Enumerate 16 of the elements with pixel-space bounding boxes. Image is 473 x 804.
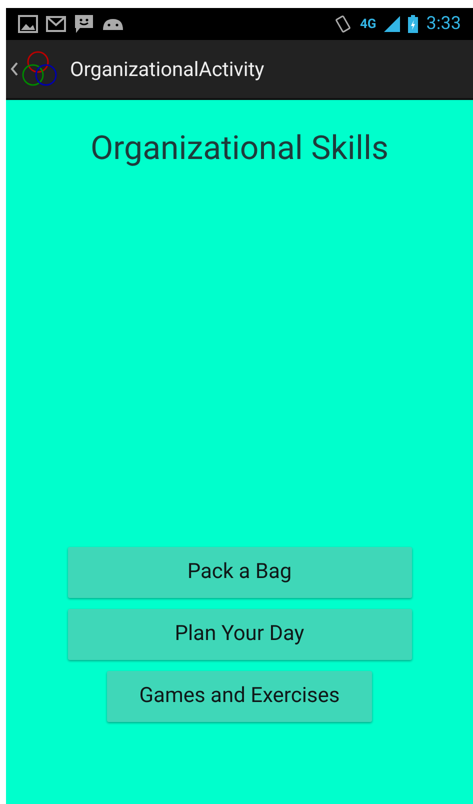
clock: 3:33 — [426, 15, 461, 33]
mail-icon — [46, 16, 66, 32]
menu-button[interactable]: Games and Exercises — [107, 671, 372, 722]
app-logo-icon[interactable] — [22, 51, 58, 87]
signal-icon — [384, 16, 400, 32]
page-heading: Organizational Skills — [90, 128, 389, 170]
vibrate-icon — [334, 14, 352, 34]
chat-icon — [74, 14, 94, 34]
android-icon — [102, 17, 124, 31]
menu-button[interactable]: Pack a Bag — [68, 547, 412, 598]
battery-icon — [408, 15, 418, 33]
activity-title: OrganizationalActivity — [70, 56, 264, 83]
menu-button[interactable]: Plan Your Day — [68, 609, 412, 660]
picture-icon — [18, 15, 38, 33]
network-type: 4G — [360, 18, 376, 30]
back-caret-icon[interactable] — [10, 62, 18, 76]
